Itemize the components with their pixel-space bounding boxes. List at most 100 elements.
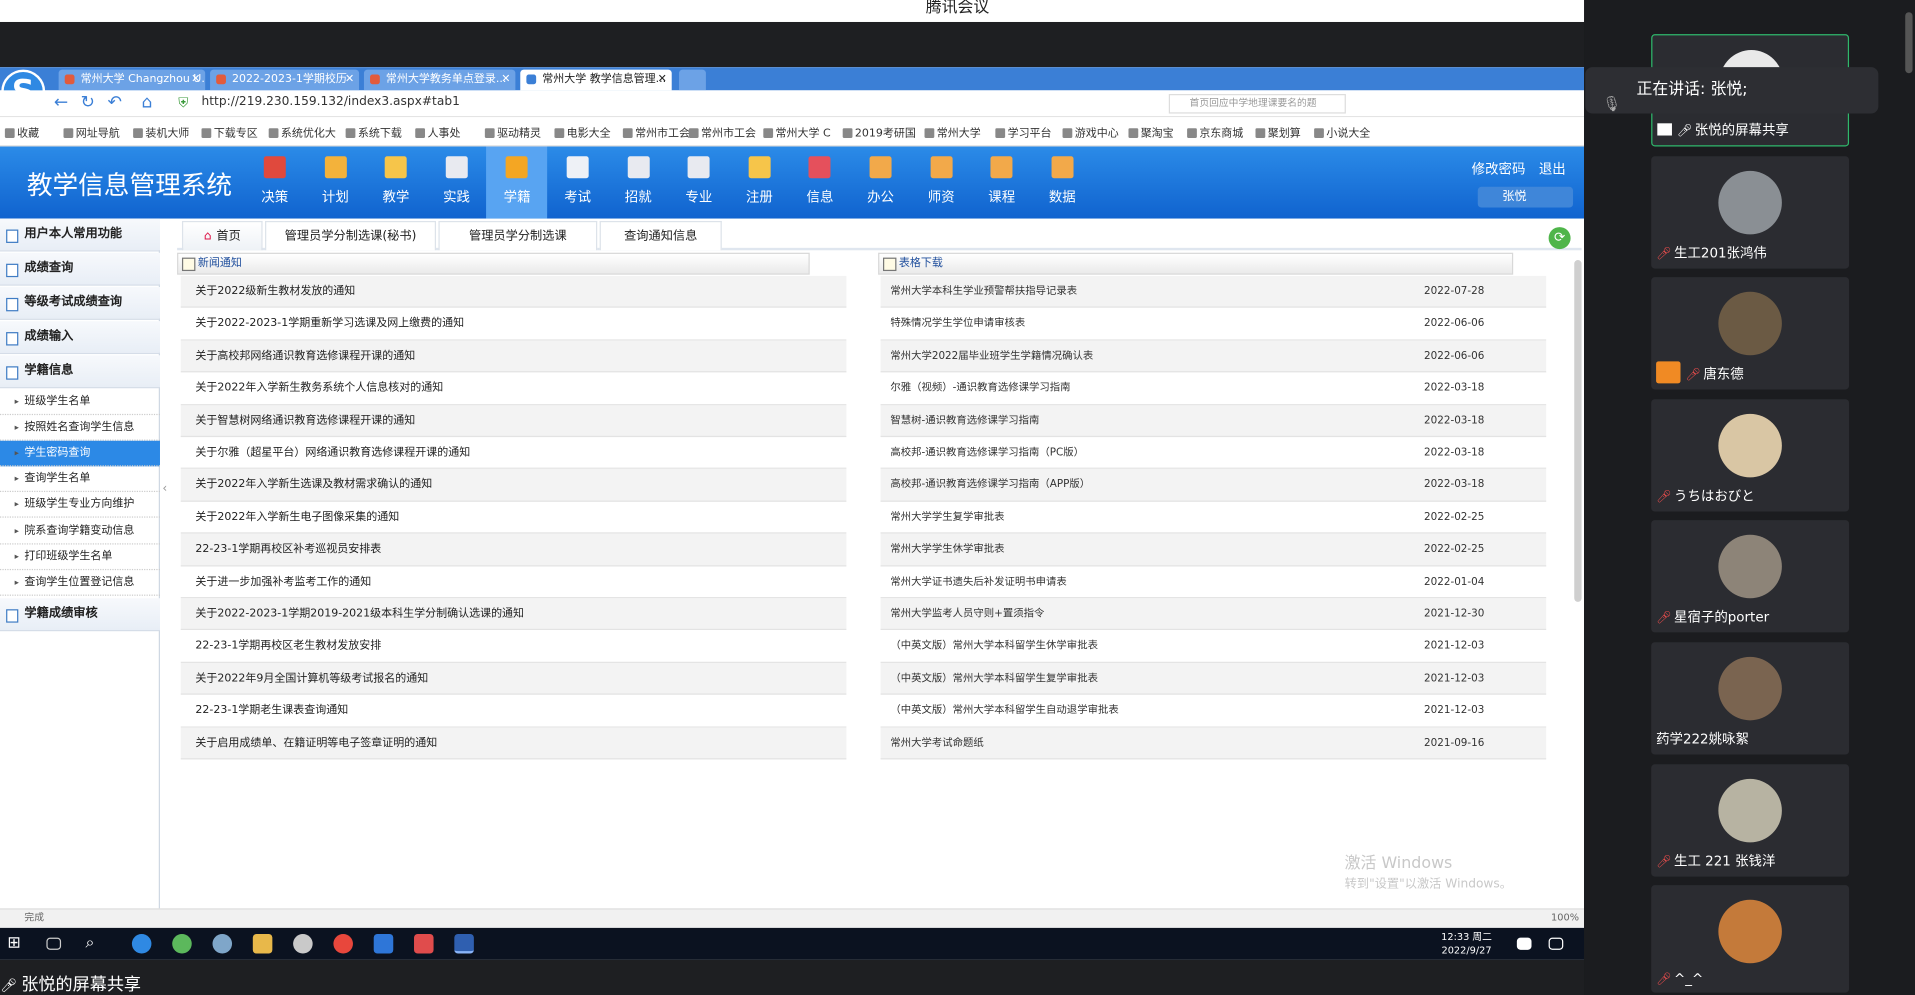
- news-row[interactable]: 关于2022年入学新生教务系统个人信息核对的通知: [180, 373, 847, 405]
- browser-tab[interactable]: 常州大学 Changzhou U... ✕: [58, 69, 206, 91]
- news-row[interactable]: 关于2022-2023-1学期重新学习选课及网上缴费的通知: [180, 308, 847, 341]
- close-tab-icon[interactable]: ✕: [191, 70, 200, 90]
- news-row[interactable]: 关于2022年入学新生电子图像采集的通知: [180, 502, 847, 534]
- menu-0[interactable]: 决策: [244, 147, 305, 219]
- sidebar-group[interactable]: 用户本人常用功能: [0, 218, 160, 252]
- form-row[interactable]: 常州大学本科生学业预警帮扶指导记录表 2022-07-28: [880, 275, 1547, 309]
- refresh-icon[interactable]: ⟳: [1548, 227, 1571, 250]
- menu-7[interactable]: 专业: [668, 147, 729, 219]
- news-row[interactable]: 22-23-1学期再校区补考巡视员安排表: [180, 533, 847, 566]
- bookmark-item[interactable]: 常州市工会: [622, 125, 690, 140]
- news-title[interactable]: 关于2022级新生教材发放的通知: [195, 276, 355, 307]
- form-name[interactable]: （中英文版）常州大学本科留学生休学审批表: [890, 630, 1098, 661]
- undo-icon[interactable]: ↶: [107, 93, 121, 113]
- form-name[interactable]: 常州大学学生休学审批表: [890, 534, 1004, 565]
- bookmark-item[interactable]: 游戏中心: [1062, 125, 1119, 140]
- word-icon[interactable]: [454, 933, 474, 954]
- top-links[interactable]: 修改密码 退出: [1472, 159, 1566, 179]
- form-row[interactable]: 常州大学监考人员守则+置须指令 2021-12-30: [880, 598, 1547, 631]
- menu-13[interactable]: 数据: [1032, 147, 1093, 219]
- browser-tab-active[interactable]: 常州大学 教学信息管理... ✕: [520, 69, 672, 91]
- menu-8[interactable]: 注册: [729, 147, 790, 219]
- news-title[interactable]: 关于2022-2023-1学期重新学习选课及网上缴费的通知: [195, 308, 464, 339]
- participant-tile[interactable]: 药学222姚咏絮: [1651, 642, 1850, 755]
- sidebar-item[interactable]: 班级学生名单: [0, 389, 160, 416]
- form-row[interactable]: （中英文版）常州大学本科留学生复学审批表 2021-12-03: [880, 662, 1547, 695]
- reload-icon[interactable]: ↻: [81, 93, 95, 113]
- back-icon[interactable]: ←: [54, 93, 68, 113]
- scrollbar[interactable]: [1574, 260, 1582, 602]
- news-title[interactable]: 22-23-1学期老生课表查询通知: [195, 695, 348, 726]
- sidebar-item[interactable]: 院系查询学籍变动信息: [0, 518, 160, 544]
- start-icon[interactable]: ⊞: [7, 934, 27, 954]
- bookmark-item[interactable]: 聚淘宝: [1128, 125, 1174, 140]
- news-row[interactable]: 关于2022年入学新生选课及教材需求确认的通知: [180, 469, 847, 502]
- news-title[interactable]: 关于智慧树网络通识教育选修课程开课的通知: [195, 405, 415, 436]
- panel-scrollbar[interactable]: [1905, 12, 1913, 74]
- bookmark-item[interactable]: 网址导航: [63, 125, 120, 140]
- form-name[interactable]: 常州大学考试命题纸: [890, 727, 983, 758]
- menu-6[interactable]: 招就: [608, 147, 669, 219]
- menu-12[interactable]: 课程: [971, 147, 1032, 219]
- sidebar-item[interactable]: 查询学生名单: [0, 467, 160, 493]
- bookmark-item[interactable]: 人事处: [415, 125, 460, 140]
- form-row[interactable]: （中英文版）常州大学本科留学生自动退学审批表 2021-12-03: [880, 695, 1547, 728]
- tab-home[interactable]: ⌂ 首页: [181, 220, 263, 251]
- form-row[interactable]: 尔雅（视频）-通识教育选修课学习指南 2022-03-18: [880, 373, 1547, 405]
- folder-icon[interactable]: [252, 933, 273, 954]
- participant-tile[interactable]: 🎤︎ 唐东德: [1651, 277, 1850, 390]
- bookmark-item[interactable]: 系统下载: [345, 125, 402, 140]
- form-name[interactable]: （中英文版）常州大学本科留学生自动退学审批表: [890, 695, 1118, 726]
- form-name[interactable]: 尔雅（视频）-通识教育选修课学习指南: [890, 373, 1070, 404]
- bookmark-item[interactable]: 系统优化大: [268, 125, 336, 140]
- news-row[interactable]: 关于高校邦网络通识教育选修课程开课的通知: [180, 340, 847, 373]
- participant-tile[interactable]: 🎤︎ 星宿子的porter: [1651, 520, 1850, 633]
- menu-1[interactable]: 计划: [305, 147, 366, 219]
- news-title[interactable]: 关于2022年入学新生电子图像采集的通知: [195, 502, 399, 533]
- form-name[interactable]: 高校邦-通识教育选修课学习指南（PC版）: [890, 437, 1084, 468]
- news-title[interactable]: 关于2022年9月全国计算机等级考试报名的通知: [195, 663, 428, 694]
- sidebar-item[interactable]: 查询学生位置登记信息: [0, 570, 160, 596]
- action-center-icon[interactable]: [1548, 937, 1564, 950]
- close-tab-icon[interactable]: ✕: [501, 70, 510, 90]
- app-icon[interactable]: [212, 933, 233, 954]
- news-row[interactable]: 关于2022级新生教材发放的通知: [180, 275, 847, 309]
- home-icon[interactable]: ⌂: [142, 93, 153, 113]
- tab-admin-course[interactable]: 管理员学分制选课: [438, 220, 598, 251]
- form-row[interactable]: 特殊情况学生学位申请审核表 2022-06-06: [880, 308, 1547, 341]
- news-title[interactable]: 关于2022年入学新生选课及教材需求确认的通知: [195, 469, 432, 500]
- form-name[interactable]: 常州大学2022届毕业班学生学籍情况确认表: [890, 340, 1093, 371]
- search-input[interactable]: 首页回应中学地理课要名的题: [1168, 94, 1346, 114]
- news-row[interactable]: 关于2022年9月全国计算机等级考试报名的通知: [180, 662, 847, 695]
- app-icon[interactable]: [172, 933, 192, 954]
- news-title[interactable]: 关于高校邦网络通识教育选修课程开课的通知: [195, 340, 415, 371]
- news-row[interactable]: 关于启用成绩单、在籍证明等电子签章证明的通知: [180, 727, 847, 760]
- bookmark-item[interactable]: 聚划算: [1255, 125, 1301, 140]
- chrome-icon[interactable]: [333, 933, 353, 954]
- form-row[interactable]: 常州大学证书遗失后补发证明书申请表 2022-01-04: [880, 566, 1547, 599]
- bookmark-item[interactable]: 2019考研国: [842, 125, 916, 140]
- bookmark-item[interactable]: 装机大师: [133, 125, 189, 140]
- menu-5[interactable]: 考试: [547, 147, 608, 219]
- bookmark-item[interactable]: 下载专区: [201, 125, 258, 140]
- browser-tab[interactable]: 2022-2023-1学期校历 ✕: [210, 69, 360, 91]
- form-name[interactable]: 常州大学证书遗失后补发证明书申请表: [890, 566, 1066, 597]
- menu-11[interactable]: 师资: [911, 147, 972, 219]
- search-icon[interactable]: ⌕: [85, 934, 105, 954]
- form-row[interactable]: 智慧树-通识教育选修课学习指南 2022-03-18: [880, 404, 1547, 438]
- url-input[interactable]: http://219.230.159.132/index3.aspx#tab1: [202, 95, 460, 108]
- sidebar-group[interactable]: 成绩查询: [0, 252, 160, 286]
- close-tab-icon[interactable]: ✕: [345, 70, 354, 90]
- notification-icon[interactable]: [1516, 937, 1532, 950]
- taskbar-clock[interactable]: 12:33 周二 2022/9/27: [1441, 930, 1492, 957]
- news-title[interactable]: 关于尔雅（超星平台）网络通识教育选修课程开课的通知: [195, 437, 470, 468]
- bookmark-item[interactable]: 电影大全: [554, 125, 611, 140]
- form-name[interactable]: 智慧树-通识教育选修课学习指南: [890, 405, 1039, 436]
- form-name[interactable]: 常州大学学生复学审批表: [890, 502, 1004, 533]
- bookmark-item[interactable]: 常州市工会: [688, 125, 756, 140]
- bookmark-item[interactable]: 常州大学 C: [763, 125, 831, 140]
- form-name[interactable]: 常州大学监考人员守则+置须指令: [890, 598, 1044, 629]
- sidebar-item[interactable]: 学生密码查询: [0, 440, 160, 467]
- task-view-icon[interactable]: [46, 937, 62, 950]
- news-title[interactable]: 关于2022年入学新生教务系统个人信息核对的通知: [195, 373, 443, 404]
